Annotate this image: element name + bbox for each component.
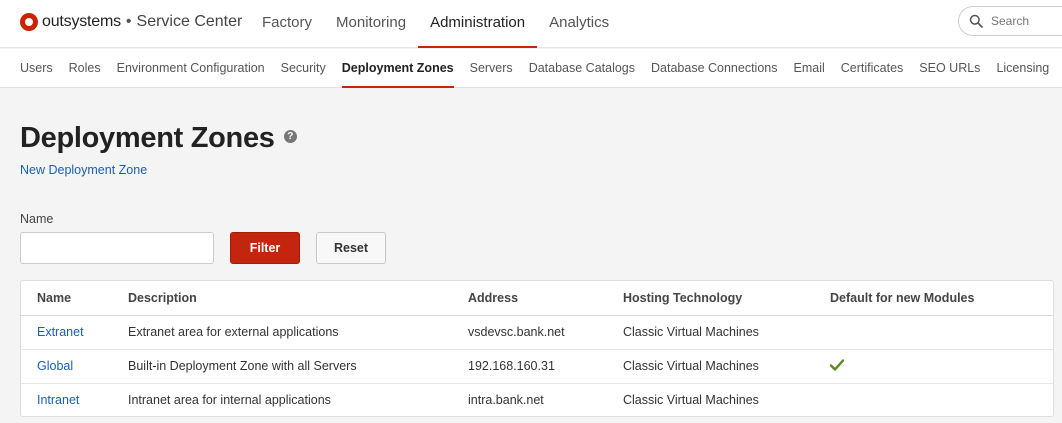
zone-name-cell: Global bbox=[21, 349, 128, 384]
zone-name-link[interactable]: Intranet bbox=[37, 393, 79, 407]
search-icon bbox=[969, 14, 983, 28]
main-nav: Factory Monitoring Administration Analyt… bbox=[250, 0, 621, 48]
sub-nav-database-catalogs[interactable]: Database Catalogs bbox=[521, 49, 643, 88]
column-header-default-for-new-modules: Default for new Modules bbox=[830, 281, 1053, 316]
table-row: Global Built-in Deployment Zone with all… bbox=[21, 349, 1053, 384]
zone-hosting-technology: Classic Virtual Machines bbox=[623, 349, 830, 384]
main-nav-monitoring[interactable]: Monitoring bbox=[324, 0, 418, 48]
zone-default-cell bbox=[830, 383, 1053, 416]
sub-nav-security[interactable]: Security bbox=[273, 49, 334, 88]
main-nav-analytics[interactable]: Analytics bbox=[537, 0, 621, 48]
zone-address: 192.168.160.31 bbox=[468, 349, 623, 384]
zone-hosting-technology: Classic Virtual Machines bbox=[623, 315, 830, 350]
search-input[interactable] bbox=[991, 14, 1062, 28]
deployment-zones-table: Name Description Address Hosting Technol… bbox=[20, 280, 1054, 417]
zone-default-cell bbox=[830, 315, 1053, 350]
filter-button[interactable]: Filter bbox=[230, 232, 300, 264]
table-row: Extranet Extranet area for external appl… bbox=[21, 315, 1053, 350]
zone-name-link[interactable]: Global bbox=[37, 359, 73, 373]
sub-nav-users[interactable]: Users bbox=[12, 49, 61, 88]
reset-button[interactable]: Reset bbox=[316, 232, 386, 264]
sub-nav-licensing[interactable]: Licensing bbox=[988, 49, 1057, 88]
column-header-hosting-technology: Hosting Technology bbox=[623, 281, 830, 316]
zone-name-cell: Extranet bbox=[21, 315, 128, 350]
table-row: Intranet Intranet area for internal appl… bbox=[21, 383, 1053, 416]
sub-nav-environment-configuration[interactable]: Environment Configuration bbox=[109, 49, 273, 88]
page-title: Deployment Zones bbox=[20, 122, 275, 154]
brand-separator: • bbox=[125, 13, 132, 30]
name-filter-label: Name bbox=[20, 212, 54, 226]
table-header-row: Name Description Address Hosting Technol… bbox=[21, 281, 1053, 316]
column-header-address: Address bbox=[468, 281, 623, 316]
sub-nav-database-connections[interactable]: Database Connections bbox=[643, 49, 785, 88]
zone-default-cell bbox=[830, 349, 1053, 384]
sub-nav-email[interactable]: Email bbox=[786, 49, 833, 88]
zone-description: Built-in Deployment Zone with all Server… bbox=[128, 349, 468, 384]
zone-address: vsdevsc.bank.net bbox=[468, 315, 623, 350]
zone-name-link[interactable]: Extranet bbox=[37, 325, 84, 339]
new-deployment-zone-link[interactable]: New Deployment Zone bbox=[20, 163, 147, 177]
sub-nav-deployment-zones[interactable]: Deployment Zones bbox=[334, 49, 462, 88]
name-filter-input[interactable] bbox=[20, 232, 214, 264]
zone-name-cell: Intranet bbox=[21, 383, 128, 416]
main-nav-factory[interactable]: Factory bbox=[250, 0, 324, 48]
zone-hosting-technology: Classic Virtual Machines bbox=[623, 393, 759, 408]
logo[interactable]: outsystems • Service Center bbox=[20, 11, 242, 33]
main-nav-administration[interactable]: Administration bbox=[418, 0, 538, 48]
checkmark-icon bbox=[830, 358, 844, 371]
zone-description: Extranet area for external applications bbox=[128, 315, 468, 350]
sub-nav-servers[interactable]: Servers bbox=[462, 49, 521, 88]
sub-nav-roles[interactable]: Roles bbox=[61, 49, 109, 88]
sub-nav: Users Roles Environment Configuration Se… bbox=[0, 49, 1062, 88]
help-icon[interactable]: ? bbox=[283, 130, 297, 143]
column-header-name: Name bbox=[21, 281, 128, 316]
product-name: Service Center bbox=[136, 13, 243, 30]
zone-description: Intranet area for internal applications bbox=[128, 393, 331, 408]
outsystems-logo-icon bbox=[20, 13, 38, 31]
sub-nav-certificates[interactable]: Certificates bbox=[833, 49, 912, 88]
sub-nav-seo-urls[interactable]: SEO URLs bbox=[911, 49, 988, 88]
page-title-row: Deployment Zones ? bbox=[20, 122, 297, 155]
top-bar: outsystems • Service Center Factory Moni… bbox=[0, 0, 1062, 48]
search-box[interactable] bbox=[958, 6, 1062, 36]
zone-address: intra.bank.net bbox=[468, 393, 544, 408]
column-header-description: Description bbox=[128, 281, 468, 316]
brand-name: outsystems bbox=[42, 13, 121, 30]
